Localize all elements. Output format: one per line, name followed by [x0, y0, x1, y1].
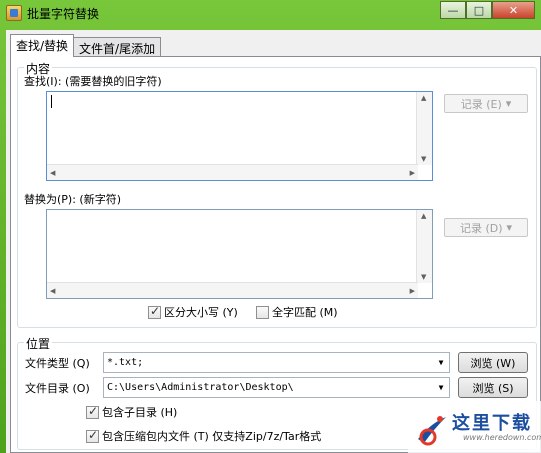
directory-value: C:\Users\Administrator\Desktop\ — [107, 382, 294, 393]
location-group-label: 位置 — [24, 335, 53, 352]
find-history-button[interactable]: 记录 (E) ▾ — [444, 94, 528, 113]
replace-label: 替换为(P): (新字符) — [24, 193, 122, 206]
whole-word-checkbox[interactable]: 全字匹配 (M) — [256, 304, 338, 320]
dropdown-arrow-icon[interactable]: ▼ — [433, 353, 449, 372]
tab-panel: 内容 查找(I): (需要替换的旧字符) ▲ ▼ ◀ ▶ 记录 (E) ▾ 替换… — [10, 56, 541, 453]
case-sensitive-checkbox[interactable]: 区分大小写 (Y) — [148, 304, 238, 320]
replace-vertical-scrollbar[interactable]: ▲ ▼ — [416, 210, 432, 283]
window-title: 批量字符替换 — [27, 7, 100, 21]
tab-strip: 查找/替换 文件首/尾添加 — [10, 34, 162, 57]
include-subdirs-checkbox[interactable]: 包含子目录 (H) — [86, 404, 177, 420]
replace-history-button[interactable]: 记录 (D) ▾ — [444, 218, 528, 237]
checkbox-box[interactable] — [256, 305, 269, 319]
client-area: 查找/替换 文件首/尾添加 内容 查找(I): (需要替换的旧字符) ▲ ▼ ◀ — [6, 30, 541, 453]
watermark: 这里下载 www.heredown.com — [408, 401, 541, 453]
find-vertical-scrollbar[interactable]: ▲ ▼ — [416, 92, 432, 165]
dropdown-arrow-icon: ▾ — [505, 97, 512, 110]
scroll-up-icon[interactable]: ▲ — [421, 212, 426, 220]
file-type-combo[interactable]: *.txt; ▼ — [103, 352, 450, 373]
include-archives-label: 包含压缩包内文件 (T) 仅支持Zip/7z/Tar格式 — [102, 430, 322, 443]
watermark-logo — [418, 416, 446, 446]
find-horizontal-scrollbar[interactable]: ◀ ▶ — [47, 164, 418, 180]
directory-label: 文件目录 (O) — [25, 382, 90, 395]
checkmark-icon[interactable] — [86, 404, 99, 419]
browse-type-button[interactable]: 浏览 (W) — [458, 352, 528, 373]
browse-dir-button[interactable]: 浏览 (S) — [458, 377, 528, 398]
dropdown-arrow-icon[interactable]: ▼ — [433, 378, 449, 397]
case-sensitive-label: 区分大小写 (Y) — [164, 306, 238, 319]
text-caret — [51, 95, 52, 108]
scroll-right-icon[interactable]: ▶ — [410, 169, 415, 177]
checkmark-icon[interactable] — [86, 428, 99, 443]
watermark-url: www.heredown.com — [463, 433, 541, 442]
replace-history-label: 记录 (D) — [459, 221, 503, 235]
tab-find-replace[interactable]: 查找/替换 — [10, 34, 75, 57]
title-bar[interactable]: 批量字符替换 — □ ✕ — [0, 0, 541, 26]
watermark-text: 这里下载 — [452, 413, 532, 434]
maximize-icon[interactable]: □ — [466, 1, 492, 19]
window-controls: — □ ✕ — [440, 1, 535, 19]
scroll-right-icon[interactable]: ▶ — [410, 287, 415, 295]
include-subdirs-label: 包含子目录 (H) — [102, 406, 178, 419]
checkmark-icon[interactable] — [148, 304, 161, 319]
replace-horizontal-scrollbar[interactable]: ◀ ▶ — [47, 282, 418, 298]
app-icon — [6, 5, 22, 21]
find-history-label: 记录 (E) — [460, 97, 502, 111]
scroll-left-icon[interactable]: ◀ — [50, 169, 55, 177]
find-textarea[interactable]: ▲ ▼ ◀ ▶ — [46, 91, 433, 181]
find-label: 查找(I): (需要替换的旧字符) — [24, 75, 162, 88]
include-archives-checkbox[interactable]: 包含压缩包内文件 (T) 仅支持Zip/7z/Tar格式 — [86, 428, 321, 444]
minimize-icon[interactable]: — — [440, 1, 466, 19]
content-group: 内容 查找(I): (需要替换的旧字符) ▲ ▼ ◀ ▶ 记录 (E) ▾ 替换… — [17, 60, 537, 328]
scroll-down-icon[interactable]: ▼ — [421, 273, 426, 281]
scroll-down-icon[interactable]: ▼ — [421, 155, 426, 163]
close-icon[interactable]: ✕ — [492, 1, 535, 19]
scroll-left-icon[interactable]: ◀ — [50, 287, 55, 295]
scroll-up-icon[interactable]: ▲ — [421, 94, 426, 102]
file-type-value: *.txt; — [107, 357, 144, 368]
file-type-label: 文件类型 (Q) — [25, 357, 90, 370]
whole-word-label: 全字匹配 (M) — [272, 306, 338, 319]
app-window: 批量字符替换 — □ ✕ 查找/替换 文件首/尾添加 内容 查找(I): (需要… — [0, 0, 541, 453]
directory-combo[interactable]: C:\Users\Administrator\Desktop\ ▼ — [103, 377, 450, 398]
dropdown-arrow-icon: ▾ — [506, 221, 513, 234]
tab-file-head-tail[interactable]: 文件首/尾添加 — [73, 37, 162, 57]
replace-textarea[interactable]: ▲ ▼ ◀ ▶ — [46, 209, 433, 299]
